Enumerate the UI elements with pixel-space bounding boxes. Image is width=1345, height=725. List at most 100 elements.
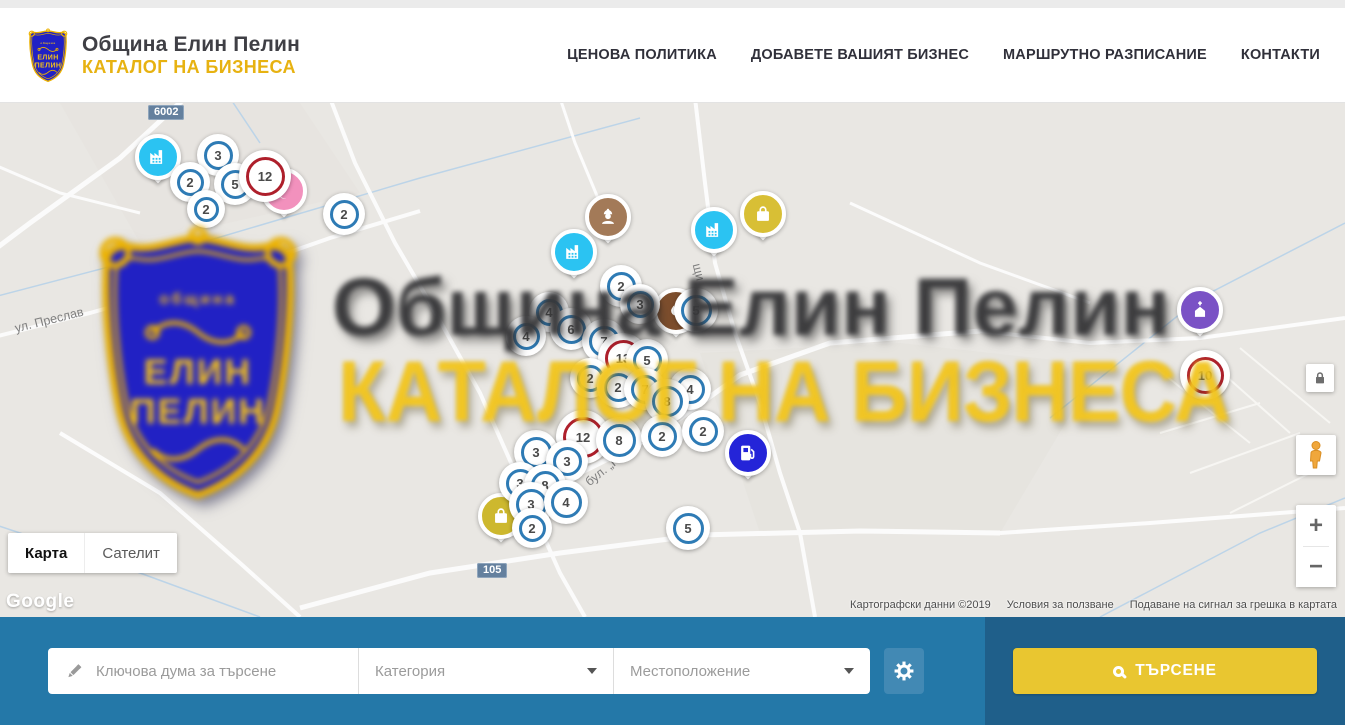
cluster-ring: 4 (513, 323, 540, 350)
cluster-count: 10 (1198, 368, 1212, 383)
cluster-count: 4 (522, 329, 529, 344)
crest-small-text: община (40, 41, 55, 45)
google-map[interactable]: ул. Преслав бул. „Новосел щи 6002 105 32… (0, 103, 1345, 617)
search-icon (1113, 666, 1124, 677)
google-logo[interactable]: Google (6, 591, 74, 613)
cluster-ring: 10 (1187, 357, 1224, 394)
map-cluster[interactable]: 4 (506, 316, 546, 356)
cluster-count: 2 (658, 429, 665, 444)
map-cluster[interactable]: 2 (682, 410, 724, 452)
cluster-count: 3 (563, 454, 570, 469)
attribution-copyright: Картографски данни ©2019 (850, 599, 991, 611)
factory-icon (691, 207, 737, 253)
map-pin-church[interactable] (1177, 287, 1223, 343)
nav-item-contacts[interactable]: КОНТАКТИ (1241, 47, 1320, 63)
category-placeholder: Категория (375, 663, 445, 680)
cluster-count: 5 (231, 177, 238, 192)
cluster-count: 3 (636, 297, 643, 312)
map-type-satellite-button[interactable]: Сателит (84, 533, 177, 573)
chevron-down-icon (844, 668, 854, 674)
map-cluster[interactable]: 5 (674, 288, 718, 332)
cluster-ring: 12 (246, 157, 285, 196)
cluster-count: 2 (586, 371, 593, 386)
map-cluster[interactable]: 2 (641, 415, 683, 457)
lock-icon (1312, 370, 1328, 386)
search-bar: Категория Местоположение (0, 617, 1345, 725)
search-form: Категория Местоположение (48, 648, 870, 694)
keyword-input[interactable] (96, 663, 344, 680)
church-icon (1177, 287, 1223, 333)
cluster-count: 5 (643, 353, 650, 368)
zoom-control: + − (1296, 505, 1336, 587)
zoom-out-button[interactable]: − (1296, 547, 1336, 587)
cluster-count: 4 (562, 495, 569, 510)
advanced-settings-button[interactable] (884, 648, 924, 694)
cluster-count: 3 (214, 148, 221, 163)
map-pin-factory[interactable] (691, 207, 737, 263)
cluster-count: 2 (699, 424, 706, 439)
map-attribution: Картографски данни ©2019 Условия за полз… (850, 599, 1337, 611)
nav-item-pricing[interactable]: ЦЕНОВА ПОЛИТИКА (567, 47, 717, 63)
attribution-terms-link[interactable]: Условия за ползване (1007, 599, 1114, 611)
cluster-ring: 2 (194, 197, 219, 222)
cluster-count: 8 (615, 433, 622, 448)
main-nav: ЦЕНОВА ПОЛИТИКА ДОБАВЕТЕ ВАШИЯТ БИЗНЕС М… (567, 47, 1320, 63)
brand[interactable]: община ЕЛИН ПЕЛИН Община Елин Пелин КАТА… (24, 27, 300, 83)
cluster-count: 12 (258, 169, 272, 184)
pegman-control[interactable] (1296, 435, 1336, 475)
map-pin-worker[interactable] (585, 194, 631, 250)
pencil-icon (64, 661, 84, 681)
bag-icon (740, 191, 786, 237)
category-select[interactable]: Категория (358, 648, 613, 694)
crest-name-line2: ПЕЛИН (35, 62, 62, 69)
map-cluster[interactable]: 5 (666, 506, 710, 550)
map-type-map-button[interactable]: Карта (8, 533, 84, 573)
cluster-ring: 2 (648, 422, 677, 451)
cluster-count: 3 (532, 445, 539, 460)
cluster-ring: 5 (673, 513, 704, 544)
nav-item-bus-schedule[interactable]: МАРШРУТНО РАЗПИСАНИЕ (1003, 47, 1207, 63)
map-pin-bag[interactable] (740, 191, 786, 247)
map-cluster[interactable]: 2 (187, 190, 225, 228)
lock-button[interactable] (1306, 364, 1334, 392)
brand-text: Община Елин Пелин КАТАЛОГ НА БИЗНЕСА (82, 33, 300, 78)
site-subtitle: КАТАЛОГ НА БИЗНЕСА (82, 57, 300, 78)
map-type-control: Карта Сателит (8, 533, 177, 573)
keyword-field[interactable] (48, 648, 358, 694)
cluster-count: 2 (614, 380, 621, 395)
chevron-down-icon (587, 668, 597, 674)
cluster-count: 6 (567, 322, 574, 337)
zoom-in-button[interactable]: + (1296, 506, 1336, 546)
municipality-crest-logo: община ЕЛИН ПЕЛИН (24, 27, 72, 83)
cluster-count: 8 (663, 394, 670, 409)
page: община ЕЛИН ПЕЛИН Община Елин Пелин КАТА… (0, 0, 1345, 725)
cluster-count: 4 (545, 305, 552, 320)
map-cluster[interactable]: 3 (620, 284, 660, 324)
search-bar-fields: Категория Местоположение (0, 617, 985, 725)
map-cluster[interactable]: 2 (323, 193, 365, 235)
search-button-label: ТЪРСЕНЕ (1135, 662, 1217, 680)
map-cluster[interactable]: 10 (1180, 350, 1230, 400)
worker-icon (585, 194, 631, 240)
map-cluster[interactable]: 12 (239, 150, 291, 202)
search-button[interactable]: ТЪРСЕНЕ (1013, 648, 1317, 694)
attribution-report-error-link[interactable]: Подаване на сигнал за грешка в картата (1130, 599, 1337, 611)
cluster-count: 5 (684, 521, 691, 536)
nav-item-add-business[interactable]: ДОБАВЕТЕ ВАШИЯТ БИЗНЕС (751, 47, 969, 63)
top-strip (0, 0, 1345, 8)
map-markers-layer: 3251222235467413522748128223338342510 (0, 103, 1345, 617)
cluster-count: 5 (692, 303, 699, 318)
cluster-count: 2 (528, 521, 535, 536)
cluster-ring: 2 (689, 417, 718, 446)
header: община ЕЛИН ПЕЛИН Община Елин Пелин КАТА… (0, 8, 1345, 103)
map-pin-fuel[interactable] (725, 430, 771, 486)
cluster-ring: 2 (330, 200, 359, 229)
location-select[interactable]: Местоположение (613, 648, 870, 694)
gear-icon (893, 660, 915, 682)
cluster-count: 2 (186, 175, 193, 190)
map-cluster[interactable]: 8 (596, 417, 642, 463)
map-cluster[interactable]: 4 (544, 480, 588, 524)
map-cluster[interactable]: 2 (512, 508, 552, 548)
location-placeholder: Местоположение (630, 663, 750, 680)
cluster-ring: 5 (681, 295, 712, 326)
